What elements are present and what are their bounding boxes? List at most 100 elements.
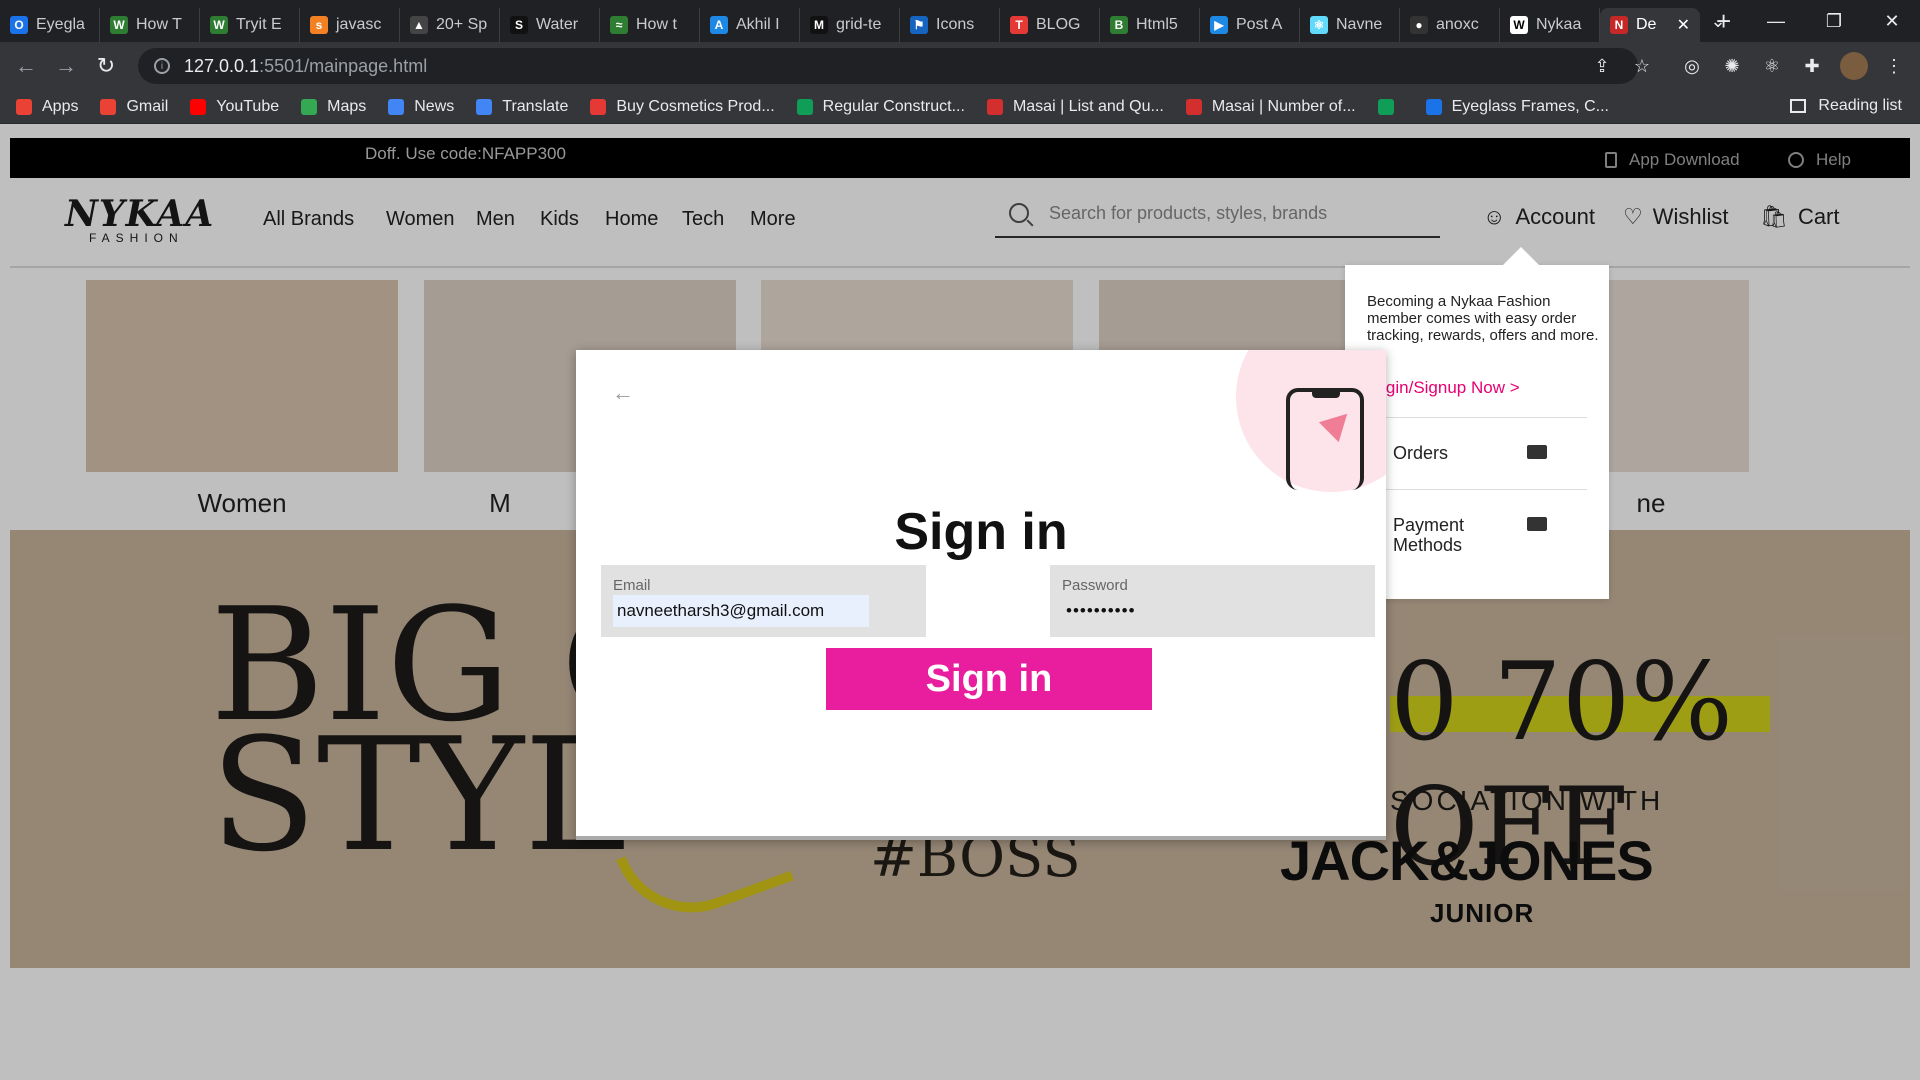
bookmark-favicon-icon (190, 98, 207, 115)
sign-in-title: Sign in (894, 503, 1068, 561)
bookmark-favicon-icon (1425, 98, 1442, 115)
sign-in-modal: ← Sign in Email Password Sign in (576, 350, 1386, 840)
password-field[interactable]: Password (1050, 565, 1375, 637)
reload-button[interactable]: ↻ (86, 46, 126, 86)
tab-label: Nykaa (1536, 16, 1582, 33)
tab[interactable]: B Html5 (1100, 8, 1200, 42)
email-field[interactable]: Email (601, 565, 926, 637)
bookmark-item[interactable]: Gmail (100, 98, 168, 116)
divider (1367, 417, 1587, 418)
tab-label: Html5 (1136, 16, 1178, 33)
bookmark-item[interactable]: Translate (476, 98, 568, 116)
back-arrow-icon[interactable]: ← (612, 380, 634, 406)
tab-label: javasc (336, 16, 382, 33)
bookmark-item[interactable]: Eyeglass Frames, C... (1425, 97, 1609, 116)
password-label: Password (1062, 577, 1128, 594)
box-icon (1527, 445, 1547, 459)
react-devtools-icon[interactable]: ⚛ (1758, 52, 1786, 80)
extension-icon[interactable]: ◎ (1678, 52, 1706, 80)
bookmark-label: Masai | List and Qu... (1012, 97, 1164, 115)
bookmark-label: Gmail (126, 97, 169, 115)
sign-in-button[interactable]: Sign in (826, 648, 1152, 710)
share-icon[interactable]: ⇪ (1588, 52, 1616, 80)
tab-label: How T (136, 16, 182, 33)
site-info-icon[interactable]: i (154, 58, 170, 74)
bookmark-item[interactable]: Apps (16, 98, 78, 116)
reading-list-icon (1790, 99, 1807, 113)
tab-label: anoxc (1436, 16, 1479, 33)
tab[interactable]: T BLOG (1000, 8, 1100, 42)
bookmark-label: Eyeglass Frames, C... (1451, 97, 1609, 115)
tab[interactable]: W Nykaa (1500, 8, 1600, 42)
bookmark-item[interactable]: Regular Construct... (796, 98, 965, 116)
tab-favicon-icon: s (310, 16, 328, 34)
tab-favicon-icon: M (810, 16, 828, 34)
tab-favicon-icon: T (1010, 16, 1028, 34)
phone-illustration-icon (1286, 388, 1364, 490)
bookmark-star-icon[interactable]: ☆ (1628, 52, 1656, 80)
tab-search-dropdown-icon[interactable]: ⌄ (1690, 0, 1746, 42)
tab[interactable]: W Tryit E (200, 8, 300, 42)
address-bar[interactable]: i 127.0.0.1:5501/mainpage.html (138, 48, 1638, 84)
bookmark-item[interactable] (1377, 98, 1404, 115)
extensions-puzzle-icon[interactable]: ✚ (1798, 52, 1826, 80)
tab[interactable]: ▲ 20+ Sp (400, 8, 500, 42)
tab[interactable]: ▶ Post A (1200, 8, 1300, 42)
close-window-button[interactable]: ✕ (1864, 0, 1920, 42)
bookmark-label: Maps (327, 97, 367, 115)
minimize-button[interactable]: — (1748, 0, 1804, 42)
reading-list-button[interactable]: Reading list (1790, 97, 1902, 115)
tab-label: Water (536, 16, 579, 33)
extension-icon[interactable]: ✺ (1718, 52, 1746, 80)
bookmark-label: Apps (42, 97, 79, 115)
payment-methods-link[interactable]: Payment Methods (1393, 515, 1503, 555)
tab-label: Post A (1236, 16, 1283, 33)
tab[interactable]: S Water (500, 8, 600, 42)
bookmark-favicon-icon (388, 98, 405, 115)
tab[interactable]: ● anoxc (1400, 8, 1500, 42)
account-dropdown-description: Becoming a Nykaa Fashion member comes wi… (1367, 293, 1599, 344)
tab[interactable]: ≈ How t (600, 8, 700, 42)
reading-list-label: Reading list (1818, 97, 1902, 114)
bookmark-item[interactable]: Masai | Number of... (1185, 98, 1356, 116)
tab-favicon-icon: ≈ (610, 16, 628, 34)
bookmark-item[interactable]: YouTube (190, 98, 279, 116)
tab-favicon-icon: W (110, 16, 128, 34)
tab[interactable]: ⚛ Navne (1300, 8, 1400, 42)
restore-button[interactable]: ❐ (1806, 0, 1862, 42)
browser-menu-icon[interactable]: ⋮ (1880, 52, 1908, 80)
profile-avatar[interactable] (1840, 52, 1868, 80)
login-signup-link[interactable]: Login/Signup Now > (1367, 378, 1520, 398)
bookmark-item[interactable]: Buy Cosmetics Prod... (590, 98, 775, 116)
tab[interactable]: ⚑ Icons (900, 8, 1000, 42)
tab-label: Tryit E (236, 16, 282, 33)
bookmark-favicon-icon (1377, 98, 1394, 115)
bookmarks-bar: Apps Gmail YouTube Maps News Translate Buy Cos… (0, 90, 1920, 124)
tab-active[interactable]: N De ✕ (1600, 8, 1700, 42)
tab-favicon-icon: B (1110, 16, 1128, 34)
tab-label: De (1636, 16, 1657, 33)
tab-strip: O Eyegla W How T W Tryit E s javasc ▲ 20+ Sp S Wate… (0, 0, 1920, 42)
tab[interactable]: O Eyegla (0, 8, 100, 42)
forward-button[interactable]: → (46, 46, 86, 86)
tab[interactable]: W How T (100, 8, 200, 42)
bookmark-item[interactable]: News (388, 98, 454, 116)
tab-label: Akhil I (736, 16, 780, 33)
bookmark-item[interactable]: Masai | List and Qu... (986, 97, 1164, 116)
orders-link[interactable]: Orders (1393, 443, 1448, 463)
tab[interactable]: A Akhil I (700, 8, 800, 42)
back-button[interactable]: ← (6, 46, 46, 86)
tab[interactable]: s javasc (300, 8, 400, 42)
modal-bottom-border (576, 836, 1386, 840)
tab-close-icon[interactable]: ✕ (1677, 15, 1690, 35)
email-input[interactable] (613, 595, 869, 627)
tab-favicon-icon: ⚛ (1310, 16, 1328, 34)
tab[interactable]: Mgrid-te (800, 8, 900, 42)
url-host: 127.0.0.1 (184, 55, 260, 76)
bookmark-label: News (414, 97, 455, 115)
tab-favicon-icon: ▲ (410, 16, 428, 34)
password-input[interactable] (1062, 595, 1362, 627)
tab-label: How t (636, 16, 677, 33)
bookmark-favicon-icon (1185, 98, 1202, 115)
bookmark-item[interactable]: Maps (301, 98, 366, 116)
